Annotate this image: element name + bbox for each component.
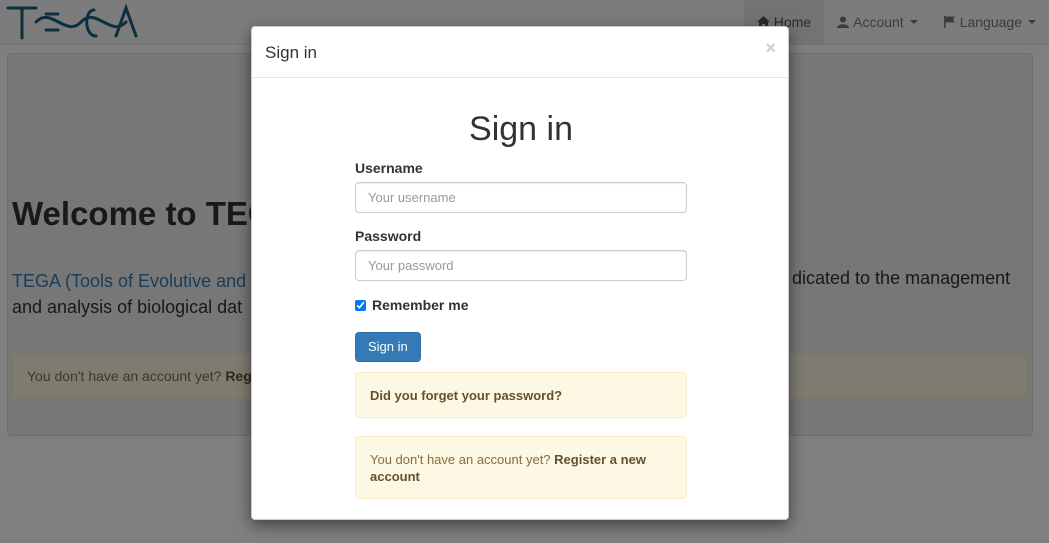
signin-button[interactable]: Sign in [355,332,421,362]
register-alert: You don't have an account yet? Register … [355,436,687,499]
form-title: Sign in [469,110,573,148]
signin-modal: Sign in × Sign in Username Password Reme… [251,26,789,520]
password-label: Password [355,228,422,244]
modal-header: Sign in × [252,27,788,78]
remember-me-label[interactable]: Remember me [372,297,469,313]
forgot-password-alert: Did you forget your password? [355,372,687,418]
register-text: You don't have an account yet? [370,452,551,467]
password-input[interactable] [355,250,687,281]
close-icon[interactable]: × [765,38,776,59]
username-input[interactable] [355,182,687,213]
forgot-password-link[interactable]: Did you forget your password? [370,388,562,403]
signin-form: Sign in Username Password Remember me Si… [355,104,687,499]
remember-me-checkbox[interactable] [355,299,366,311]
modal-title: Sign in [265,43,317,62]
remember-me-row: Remember me [355,296,687,314]
username-label: Username [355,160,423,176]
